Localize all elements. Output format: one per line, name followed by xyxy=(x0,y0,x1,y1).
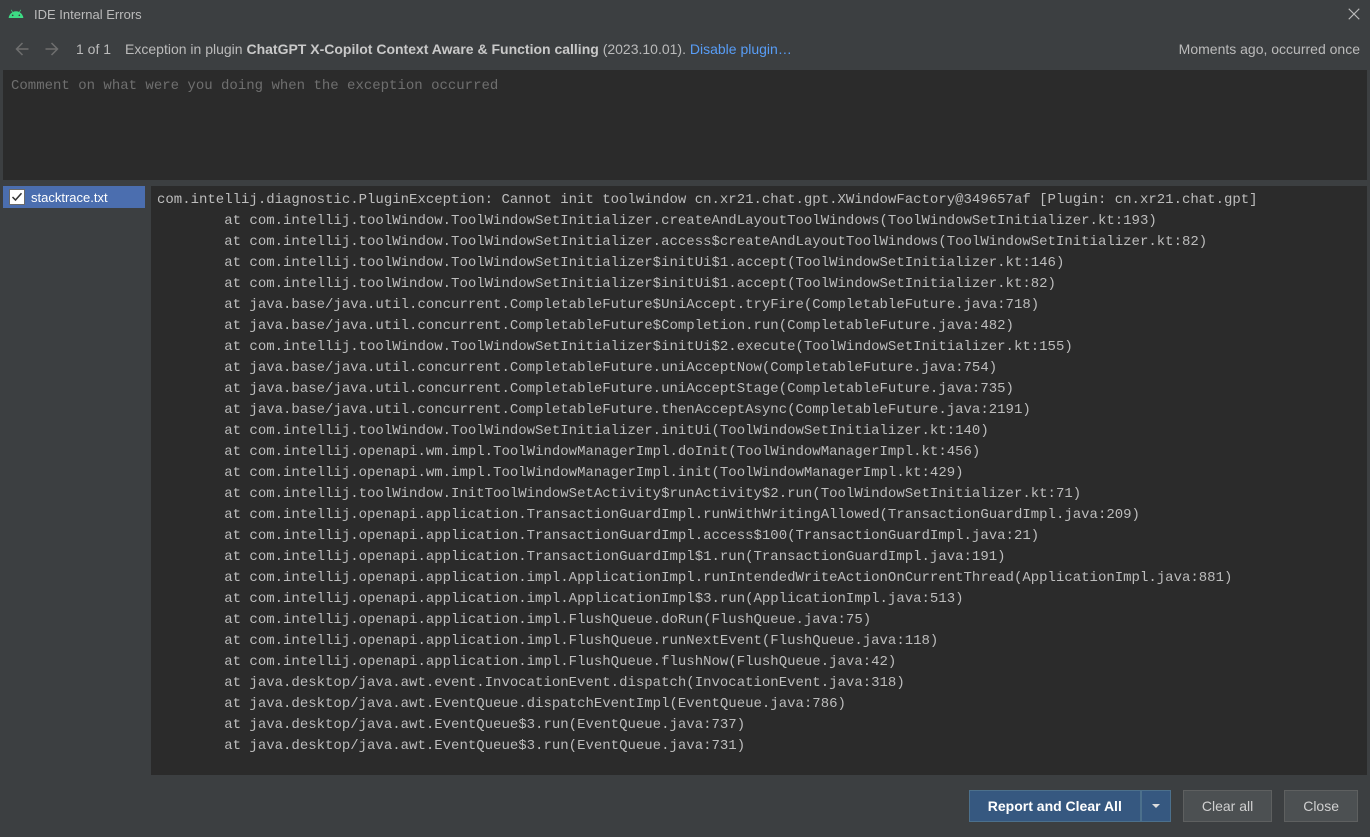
error-nav: 1 of 1 Exception in plugin ChatGPT X-Cop… xyxy=(0,28,1370,70)
attachment-checkbox[interactable] xyxy=(9,189,25,205)
chevron-down-icon xyxy=(1151,798,1161,814)
dialog-footer: Report and Clear All Clear all Close xyxy=(0,775,1370,837)
prev-error-button[interactable] xyxy=(8,36,34,62)
clear-all-button[interactable]: Clear all xyxy=(1183,790,1272,822)
titlebar: IDE Internal Errors xyxy=(0,0,1370,28)
disable-plugin-link[interactable]: Disable plugin… xyxy=(690,41,792,57)
report-dropdown-button[interactable] xyxy=(1141,790,1171,822)
plugin-name: ChatGPT X-Copilot Context Aware & Functi… xyxy=(246,41,598,57)
attachments-panel: stacktrace.txt xyxy=(3,186,145,775)
close-icon[interactable] xyxy=(1344,4,1364,24)
next-error-button[interactable] xyxy=(40,36,66,62)
window-title: IDE Internal Errors xyxy=(34,7,142,22)
report-and-clear-button[interactable]: Report and Clear All xyxy=(969,790,1141,822)
plugin-version: (2023.10.01). xyxy=(599,41,690,57)
details-split: stacktrace.txt com.intellij.diagnostic.P… xyxy=(3,186,1367,775)
error-counter: 1 of 1 xyxy=(76,41,111,57)
report-split-button: Report and Clear All xyxy=(969,790,1171,822)
exception-prefix: Exception in plugin xyxy=(125,41,246,57)
comment-input[interactable] xyxy=(3,70,1367,180)
close-button[interactable]: Close xyxy=(1284,790,1358,822)
occurrence-time: Moments ago, occurred once xyxy=(1179,41,1360,57)
stacktrace-view[interactable]: com.intellij.diagnostic.PluginException:… xyxy=(151,186,1367,775)
attachment-item[interactable]: stacktrace.txt xyxy=(3,186,145,208)
attachment-label: stacktrace.txt xyxy=(31,190,108,205)
android-icon xyxy=(8,6,24,22)
